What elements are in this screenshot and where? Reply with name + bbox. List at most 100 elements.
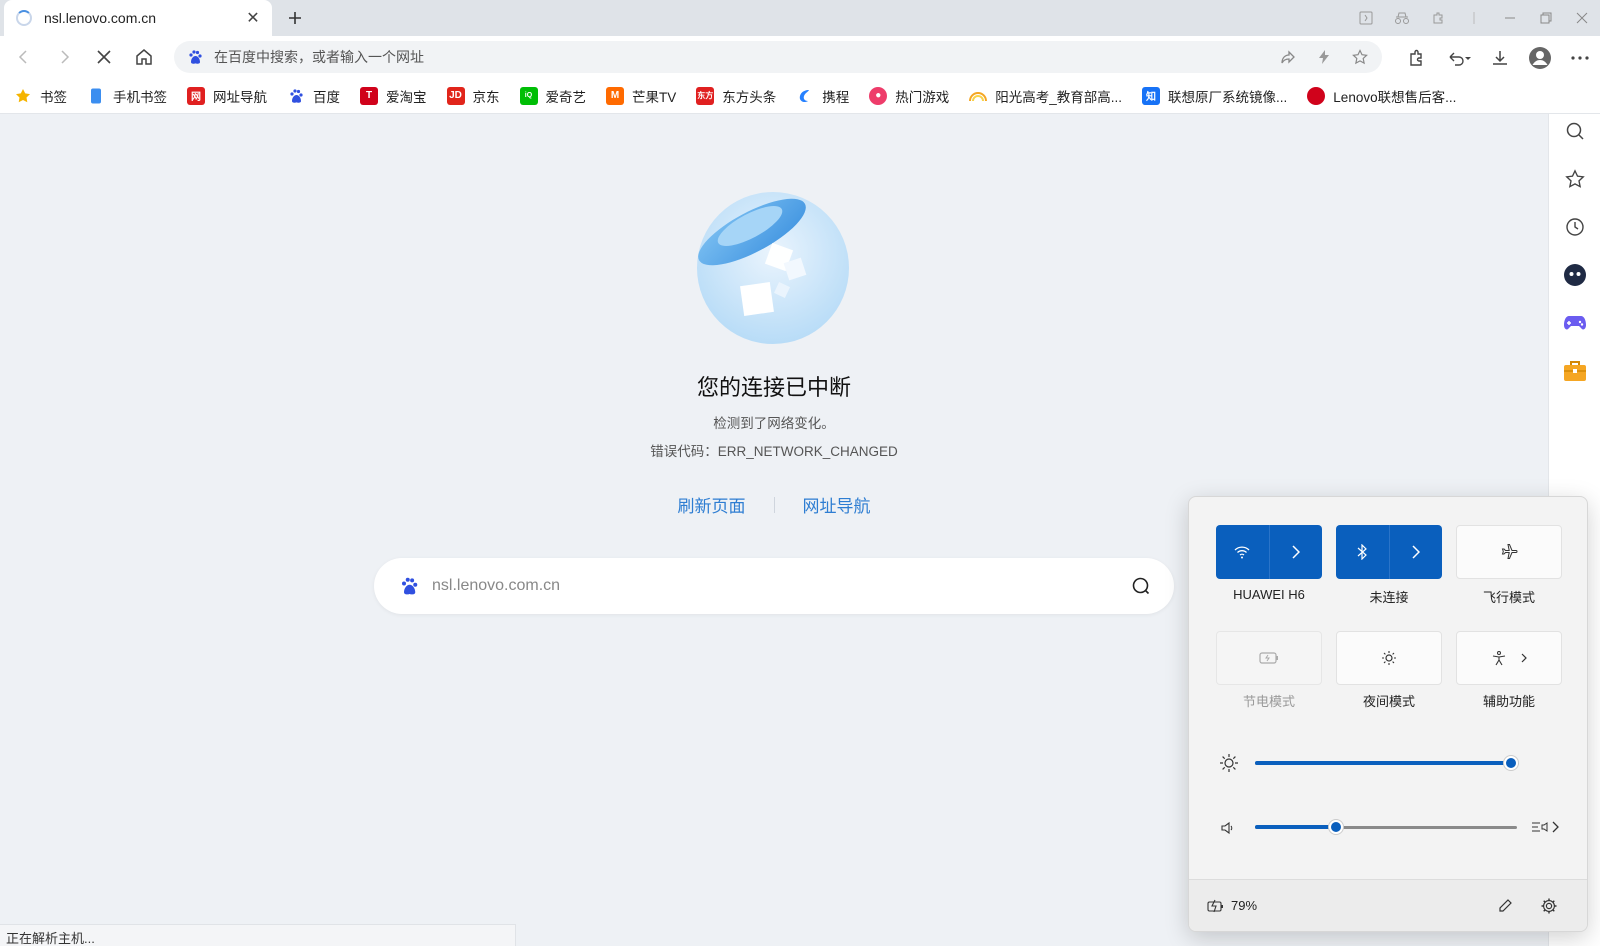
share-icon[interactable] [1274, 43, 1302, 71]
volume-slider-thumb[interactable] [1328, 819, 1344, 835]
close-window-icon[interactable] [1564, 0, 1600, 36]
gamepad-icon[interactable] [1562, 310, 1588, 336]
brightness-slider-thumb[interactable] [1503, 755, 1519, 771]
battery-saver-label: 节电模式 [1242, 694, 1295, 709]
favorite-star-icon[interactable] [1346, 43, 1374, 71]
accessibility-label: 辅助功能 [1482, 694, 1535, 709]
assistant-bot-icon[interactable] [1562, 262, 1588, 288]
bookmark-item[interactable]: 知联想原厂系统镜像... [1142, 86, 1287, 106]
battery-saver-tile[interactable] [1216, 631, 1322, 685]
search-icon[interactable] [1130, 575, 1152, 597]
back-icon[interactable] [12, 45, 36, 69]
bookmark-item[interactable]: 携程 [796, 86, 849, 106]
loading-spinner-icon [16, 10, 32, 26]
error-description: 检测到了网络变化。 [713, 416, 835, 431]
volume-icon [1219, 819, 1237, 837]
quick-settings-panel: HUAWEI H6 未连接 飞行模式 节电模式 夜间模式 辅助功能 79% [1188, 496, 1588, 932]
bookmark-item[interactable]: ● 热门游戏 [869, 86, 949, 106]
bookmark-item[interactable]: 百度 [287, 86, 340, 106]
divider [773, 496, 775, 513]
navigation-toolbar: 在百度中搜索，或者输入一个网址 [0, 36, 1600, 78]
bluetooth-icon[interactable] [1336, 525, 1389, 579]
wifi-expand-chevron-icon[interactable] [1269, 525, 1322, 579]
new-tab-icon[interactable] [284, 7, 306, 29]
wifi-icon[interactable] [1216, 525, 1269, 579]
error-title: 您的连接已中断 [696, 375, 851, 400]
incognito-icon[interactable] [1384, 0, 1420, 36]
night-light-icon [1381, 650, 1397, 666]
bookmark-item[interactable]: 手机书签 [87, 86, 167, 106]
tab-title: nsl.lenovo.com.cn [44, 10, 157, 26]
address-placeholder: 在百度中搜索，或者输入一个网址 [214, 49, 424, 65]
airplane-mode-label: 飞行模式 [1482, 590, 1535, 605]
accessibility-tile[interactable] [1456, 631, 1562, 685]
more-menu-icon[interactable] [1566, 44, 1594, 72]
search-box[interactable]: nsl.lenovo.com.cn [374, 558, 1174, 614]
phone-icon [87, 87, 105, 105]
zhihu-icon: 知 [1142, 86, 1161, 105]
restore-icon[interactable] [1528, 0, 1564, 36]
bookmark-item[interactable]: 东方 东方头条 [696, 86, 776, 106]
refresh-page-link[interactable]: 刷新页面 [678, 492, 746, 517]
airplane-mode-tile[interactable] [1456, 525, 1562, 579]
stop-loading-icon[interactable] [92, 45, 116, 69]
active-tab[interactable]: nsl.lenovo.com.cn ✕ [4, 0, 272, 36]
mango-icon: M [606, 86, 624, 105]
tab-strip: nsl.lenovo.com.cn ✕ [0, 0, 1600, 36]
bluetooth-tile[interactable] [1336, 525, 1442, 579]
bookmark-item[interactable]: 网网址导航 [187, 86, 267, 106]
baidu-paw-icon [398, 575, 420, 597]
settings-gear-icon[interactable] [1539, 896, 1559, 916]
toolbox-icon[interactable] [1562, 358, 1588, 384]
extension-icon[interactable] [1420, 0, 1456, 36]
separator-icon [1456, 0, 1492, 36]
extensions-icon[interactable] [1402, 44, 1430, 72]
favorites-star-icon[interactable] [1562, 166, 1588, 192]
lenovo-icon [1307, 86, 1326, 105]
search-input[interactable]: nsl.lenovo.com.cn [432, 577, 1130, 595]
game-icon: ● [869, 86, 888, 105]
night-light-tile[interactable] [1336, 631, 1442, 685]
tab-close-icon[interactable]: ✕ [244, 9, 262, 27]
wifi-tile[interactable] [1216, 525, 1322, 579]
battery-saver-icon [1259, 652, 1279, 664]
iqiyi-icon: iQ [519, 86, 538, 105]
audio-output-select-icon[interactable] [1529, 815, 1561, 839]
brightness-icon [1219, 753, 1239, 773]
brightness-slider[interactable] [1255, 753, 1519, 773]
search-icon[interactable] [1562, 118, 1588, 144]
quick-settings-footer: 79% [1189, 879, 1587, 931]
battery-charging-icon[interactable] [1207, 897, 1225, 915]
minimize-icon[interactable] [1492, 0, 1528, 36]
bookmark-item[interactable]: 阳光高考_教育部高... [969, 86, 1122, 106]
bookmark-item[interactable]: iQ 爱奇艺 [519, 86, 586, 106]
bluetooth-label: 未连接 [1369, 590, 1409, 605]
account-avatar-icon[interactable] [1526, 44, 1554, 72]
bookmark-item[interactable]: JD 京东 [446, 86, 500, 106]
jd-icon: JD [446, 86, 465, 105]
nav-link[interactable]: 网址导航 [803, 492, 871, 517]
edit-pencil-icon[interactable] [1495, 896, 1515, 916]
history-clock-icon[interactable] [1562, 214, 1588, 240]
battery-percentage: 79% [1231, 898, 1258, 913]
baidu-paw-icon [186, 48, 204, 66]
home-icon[interactable] [132, 45, 156, 69]
address-bar[interactable]: 在百度中搜索，或者输入一个网址 [174, 41, 1382, 73]
bookmark-item[interactable]: M 芒果TV [606, 86, 676, 106]
airplane-icon [1500, 543, 1518, 561]
wifi-label: HUAWEI H6 [1233, 587, 1305, 602]
download-icon[interactable] [1486, 44, 1514, 72]
nav-icon: 网 [187, 86, 205, 105]
dftt-icon: 东方 [696, 86, 715, 105]
volume-slider[interactable] [1255, 817, 1517, 837]
lightning-icon[interactable] [1310, 43, 1338, 71]
bookmark-item[interactable]: T 爱淘宝 [360, 86, 427, 106]
status-bar: 正在解析主机... [0, 924, 516, 946]
undo-dropdown-icon[interactable] [1442, 44, 1476, 72]
star-icon [14, 87, 32, 105]
bookmark-item[interactable]: Lenovo联想售后客... [1307, 86, 1456, 106]
forward-icon[interactable] [52, 45, 76, 69]
bookmark-item[interactable]: 书签 [14, 86, 67, 106]
bluetooth-expand-chevron-icon[interactable] [1389, 525, 1442, 579]
sidebar-toggle-icon[interactable] [1348, 0, 1384, 36]
